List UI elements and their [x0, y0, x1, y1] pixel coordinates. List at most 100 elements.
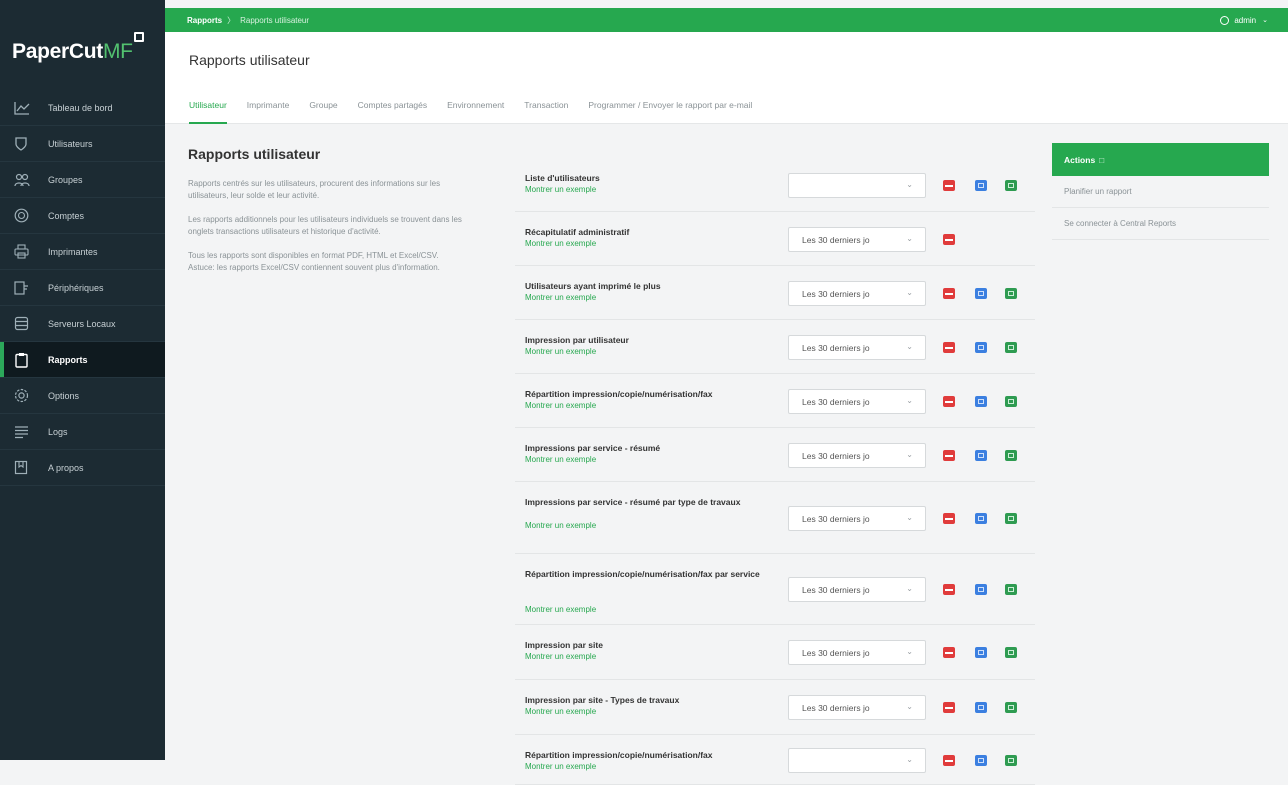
period-select[interactable]: Les 30 derniers jo ⌄	[788, 443, 926, 468]
show-example-link[interactable]: Montrer un exemple	[525, 521, 596, 530]
user-menu[interactable]: admin ⌄	[1220, 8, 1268, 32]
actions-header[interactable]: Actions □	[1052, 143, 1269, 176]
tab-5[interactable]: Transaction	[524, 86, 568, 124]
html-report-icon[interactable]	[975, 342, 987, 353]
show-example-link[interactable]: Montrer un exemple	[525, 347, 596, 356]
tab-4[interactable]: Environnement	[447, 86, 504, 124]
pdf-report-icon[interactable]	[943, 342, 955, 353]
pdf-report-icon[interactable]	[943, 288, 955, 299]
tab-6[interactable]: Programmer / Envoyer le rapport par e-ma…	[588, 86, 752, 124]
period-select[interactable]: Les 30 derniers jo ⌄	[788, 506, 926, 531]
printer-icon	[14, 243, 38, 261]
period-select[interactable]: Les 30 derniers jo ⌄	[788, 335, 926, 360]
csv-report-icon[interactable]	[1005, 180, 1017, 191]
period-select[interactable]: Les 30 derniers jo ⌄	[788, 227, 926, 252]
html-report-icon[interactable]	[975, 513, 987, 524]
sidebar-item-options[interactable]: Options	[0, 378, 165, 414]
csv-report-icon[interactable]	[1005, 584, 1017, 595]
period-select[interactable]: Les 30 derniers jo ⌄	[788, 281, 926, 306]
sidebar-item-label: Options	[48, 390, 80, 401]
pdf-report-icon[interactable]	[943, 702, 955, 713]
sidebar-item-comptes[interactable]: Comptes	[0, 198, 165, 234]
show-example-link[interactable]: Montrer un exemple	[525, 762, 596, 771]
csv-report-icon[interactable]	[1005, 702, 1017, 713]
html-report-icon[interactable]	[975, 647, 987, 658]
period-select[interactable]: Les 30 derniers jo ⌄	[788, 577, 926, 602]
pdf-report-icon[interactable]	[943, 180, 955, 191]
show-example-link[interactable]: Montrer un exemple	[525, 455, 596, 464]
logo-square-icon	[133, 32, 144, 42]
pdf-report-icon[interactable]	[943, 647, 955, 658]
papercut-logo[interactable]: PaperCutMF	[12, 32, 144, 64]
sidebar-item-label: Groupes	[48, 174, 83, 185]
sidebar-item-imprimantes[interactable]: Imprimantes	[0, 234, 165, 270]
page-header: Rapports utilisateur	[165, 32, 1288, 86]
sidebar-item-logs[interactable]: Logs	[0, 414, 165, 450]
sidebar-item-label: Utilisateurs	[48, 138, 93, 149]
show-example-link[interactable]: Montrer un exemple	[525, 652, 596, 661]
sidebar-item-label: Serveurs Locaux	[48, 318, 116, 329]
sidebar-item-rapports[interactable]: Rapports	[0, 342, 165, 378]
html-report-icon[interactable]	[975, 755, 987, 766]
csv-report-icon[interactable]	[1005, 342, 1017, 353]
breadcrumb-root[interactable]: Rapports	[187, 16, 222, 25]
sidebar-item-groupes[interactable]: Groupes	[0, 162, 165, 198]
sidebar-item-label: Imprimantes	[48, 246, 98, 257]
sidebar-item-tableau-de-bord[interactable]: Tableau de bord	[0, 90, 165, 126]
report-name: Utilisateurs ayant imprimé le plus	[525, 281, 661, 291]
report-row: Répartition impression/copie/numérisatio…	[515, 374, 1035, 428]
tab-3[interactable]: Comptes partagés	[358, 86, 427, 124]
report-name: Impressions par service - résumé par typ…	[525, 497, 741, 507]
sidebar-item-serveurs-locaux[interactable]: Serveurs Locaux	[0, 306, 165, 342]
html-report-icon[interactable]	[975, 396, 987, 407]
html-report-icon[interactable]	[975, 702, 987, 713]
description-paragraph: Les rapports additionnels pour les utili…	[188, 215, 462, 236]
period-select[interactable]: ⌄	[788, 748, 926, 773]
action-central-reports[interactable]: Se connecter à Central Reports	[1052, 208, 1269, 240]
chevron-down-icon: ⌄	[906, 513, 913, 522]
action-schedule-report[interactable]: Planifier un rapport	[1052, 176, 1269, 208]
show-example-link[interactable]: Montrer un exemple	[525, 185, 596, 194]
pdf-report-icon[interactable]	[943, 584, 955, 595]
pdf-report-icon[interactable]	[943, 755, 955, 766]
tab-1[interactable]: Imprimante	[247, 86, 290, 124]
report-row: Impression par utilisateur Montrer un exe…	[515, 320, 1035, 374]
tab-2[interactable]: Groupe	[309, 86, 337, 124]
period-select[interactable]: Les 30 derniers jo ⌄	[788, 695, 926, 720]
csv-report-icon[interactable]	[1005, 396, 1017, 407]
csv-report-icon[interactable]	[1005, 513, 1017, 524]
report-name: Récapitulatif administratif	[525, 227, 630, 237]
user-icon	[1220, 15, 1230, 25]
sidebar-item-a-propos[interactable]: A propos	[0, 450, 165, 486]
html-report-icon[interactable]	[975, 450, 987, 461]
clipboard-icon	[14, 351, 38, 369]
actions-panel: Actions □ Planifier un rapport Se connec…	[1052, 143, 1269, 240]
csv-report-icon[interactable]	[1005, 450, 1017, 461]
csv-report-icon[interactable]	[1005, 647, 1017, 658]
sidebar-item-peripheriques[interactable]: Périphériques	[0, 270, 165, 306]
pdf-report-icon[interactable]	[943, 396, 955, 407]
show-example-link[interactable]: Montrer un exemple	[525, 707, 596, 716]
period-select-value: Les 30 derniers jo	[802, 396, 870, 407]
chevron-down-icon: ⌄	[906, 288, 913, 297]
pdf-report-icon[interactable]	[943, 234, 955, 245]
chevron-down-icon: ⌄	[906, 342, 913, 351]
tab-0[interactable]: Utilisateur	[189, 86, 227, 124]
html-report-icon[interactable]	[975, 288, 987, 299]
html-report-icon[interactable]	[975, 584, 987, 595]
csv-report-icon[interactable]	[1005, 755, 1017, 766]
period-select[interactable]: Les 30 derniers jo ⌄	[788, 640, 926, 665]
pdf-report-icon[interactable]	[943, 450, 955, 461]
sidebar-item-utilisateurs[interactable]: Utilisateurs	[0, 126, 165, 162]
pdf-report-icon[interactable]	[943, 513, 955, 524]
show-example-link[interactable]: Montrer un exemple	[525, 401, 596, 410]
show-example-link[interactable]: Montrer un exemple	[525, 293, 596, 302]
period-select-value: Les 30 derniers jo	[802, 288, 870, 299]
period-select[interactable]: ⌄	[788, 173, 926, 198]
csv-report-icon[interactable]	[1005, 288, 1017, 299]
report-row: Répartition impression/copie/numérisatio…	[515, 735, 1035, 785]
html-report-icon[interactable]	[975, 180, 987, 191]
show-example-link[interactable]: Montrer un exemple	[525, 239, 596, 248]
period-select[interactable]: Les 30 derniers jo ⌄	[788, 389, 926, 414]
show-example-link[interactable]: Montrer un exemple	[525, 605, 596, 614]
